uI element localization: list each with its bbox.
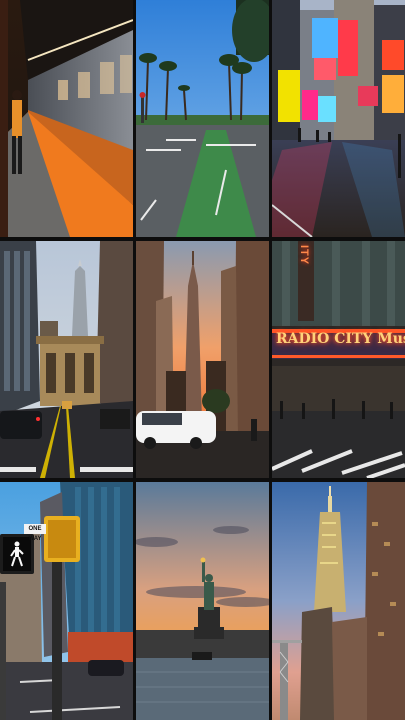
empire-sunset-image: [136, 241, 269, 478]
walk-signal-image: [0, 482, 133, 720]
photo-walk-signal[interactable]: ONE WAY: [0, 482, 133, 720]
photo-palm-street[interactable]: [136, 0, 269, 237]
radio-city-image: [272, 241, 405, 478]
photo-grand-central[interactable]: [0, 241, 133, 478]
photo-statue-liberty[interactable]: [136, 482, 269, 720]
radio-city-vertical-sign: ITY: [298, 245, 310, 266]
palm-street-image: [136, 0, 269, 237]
photo-grid: ITY RADIO CITY Music: [0, 0, 405, 720]
one-way-street-sign: ONE WAY: [24, 524, 46, 542]
photo-empire-dusk[interactable]: [272, 482, 405, 720]
photo-radio-city[interactable]: ITY RADIO CITY Music: [272, 241, 405, 478]
photo-subway-platform[interactable]: [0, 0, 133, 237]
grand-central-image: [0, 241, 133, 478]
times-square-image: [272, 0, 405, 237]
radio-city-marquee: RADIO CITY Music: [276, 331, 405, 347]
photo-empire-sunset[interactable]: [136, 241, 269, 478]
photo-times-square[interactable]: [272, 0, 405, 237]
subway-platform-image: [0, 0, 133, 237]
statue-liberty-image: [136, 482, 269, 720]
empire-dusk-image: [272, 482, 405, 720]
